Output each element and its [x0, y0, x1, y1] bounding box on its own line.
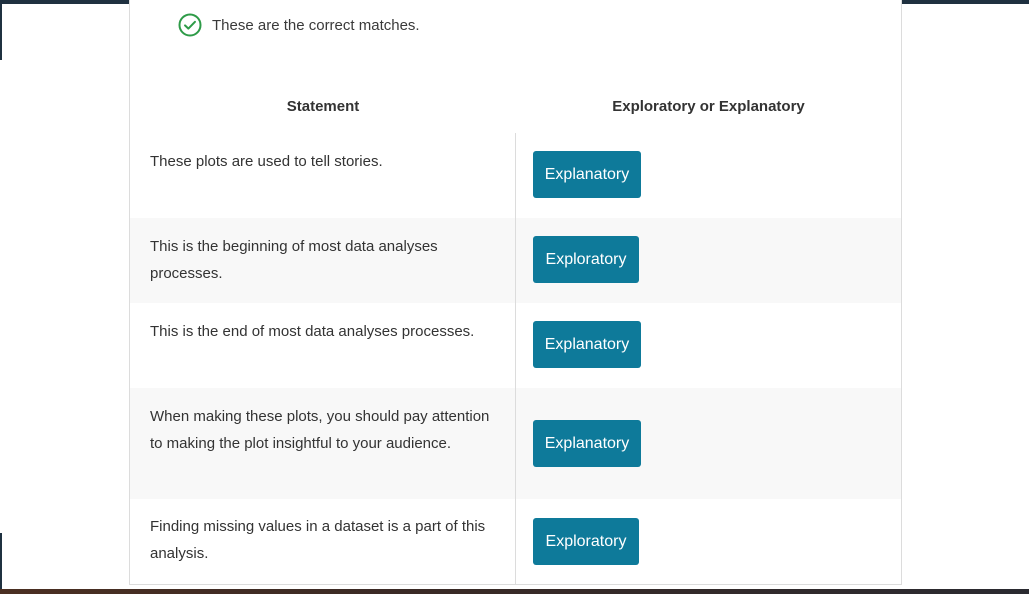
statement-text: This is the beginning of most data analy… [150, 238, 438, 282]
column-header-type: Exploratory or Explanatory [612, 98, 805, 115]
window-bottom-edge [0, 589, 1029, 594]
feedback-banner: These are the correct matches. [178, 13, 420, 37]
answer-button[interactable]: Exploratory [533, 236, 639, 283]
answer-button[interactable]: Explanatory [533, 151, 641, 198]
statement-text: This is the end of most data analyses pr… [150, 323, 475, 340]
window-left-edge [0, 4, 2, 60]
statement-text: Finding missing values in a dataset is a… [150, 518, 486, 562]
window-left-edge-lower [0, 533, 2, 589]
statement-text: When making these plots, you should pay … [150, 408, 490, 452]
column-divider [515, 133, 516, 584]
answer-button[interactable]: Exploratory [533, 518, 639, 565]
statement-text: These plots are used to tell stories. [150, 153, 383, 170]
answer-button[interactable]: Explanatory [533, 321, 641, 368]
check-circle-icon [178, 13, 202, 37]
matching-result-card: These are the correct matches. Statement… [129, 0, 902, 585]
column-header-statement: Statement [286, 98, 360, 115]
answer-button[interactable]: Explanatory [533, 420, 641, 467]
feedback-message: These are the correct matches. [212, 16, 420, 34]
